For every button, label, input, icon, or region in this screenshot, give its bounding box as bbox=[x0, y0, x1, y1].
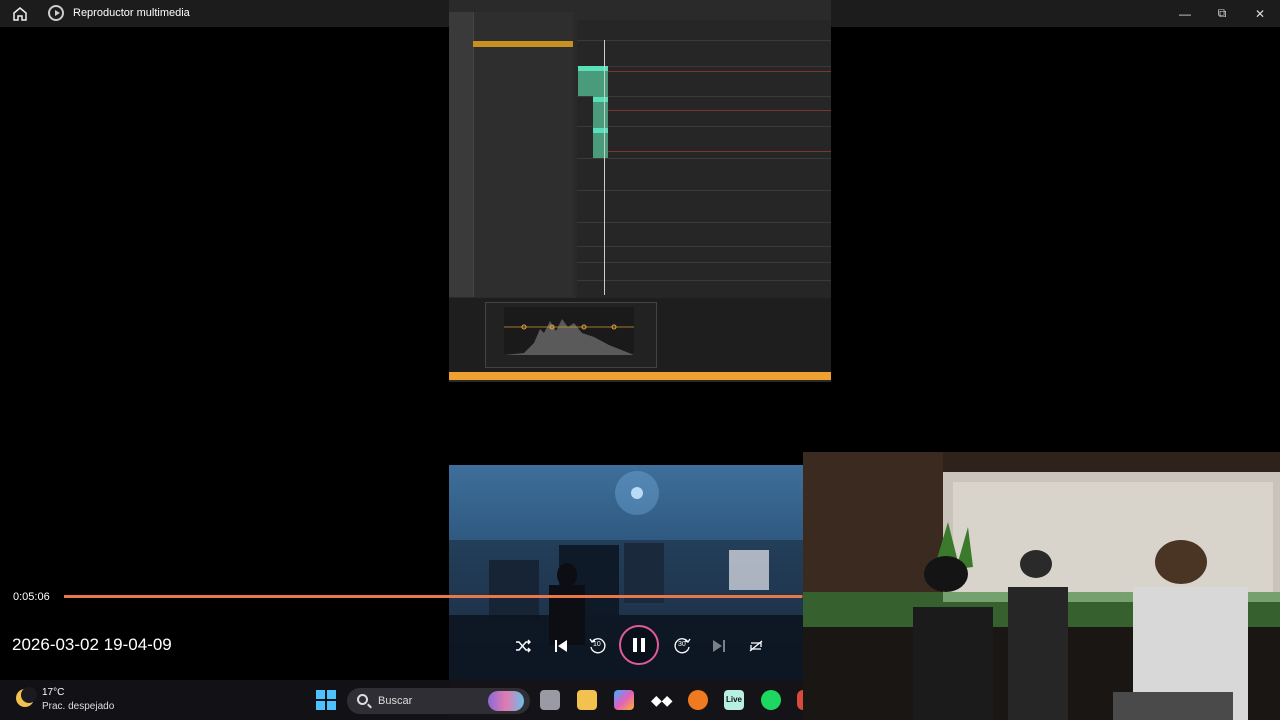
seek-bar-fill bbox=[64, 595, 802, 598]
previous-button[interactable] bbox=[550, 635, 572, 657]
daw-status-bar bbox=[449, 372, 831, 380]
close-icon: ✕ bbox=[1254, 6, 1266, 21]
weather-condition: Prac. despejado bbox=[42, 701, 115, 712]
ableton-live-icon[interactable]: Live bbox=[724, 690, 744, 710]
daw-arrangement-view bbox=[577, 20, 831, 298]
minimize-icon: — bbox=[1179, 6, 1191, 21]
windows-logo-icon bbox=[316, 690, 325, 699]
next-icon bbox=[713, 640, 725, 652]
weather-moon-icon[interactable] bbox=[16, 687, 37, 707]
window-title: Reproductor multimedia bbox=[73, 7, 190, 19]
task-view-icon[interactable] bbox=[540, 690, 560, 710]
maximize-button[interactable]: ⧉ bbox=[1203, 0, 1241, 27]
seek-bar[interactable] bbox=[64, 595, 804, 598]
chrome-icon[interactable] bbox=[797, 690, 803, 710]
minimize-button[interactable]: — bbox=[1166, 0, 1204, 27]
daw-clip bbox=[593, 96, 608, 158]
daw-selected-file bbox=[473, 41, 573, 47]
video-frame-daw bbox=[449, 0, 831, 382]
media-player-icon bbox=[48, 5, 64, 21]
shuffle-icon bbox=[516, 639, 531, 653]
pause-button[interactable] bbox=[619, 625, 659, 665]
file-name: 2026-03-02 19-04-09 bbox=[12, 635, 172, 654]
daw-browser-sidebar bbox=[449, 12, 473, 297]
forward-label: 30 bbox=[678, 641, 686, 648]
eq-spectrum bbox=[504, 307, 634, 355]
pause-icon bbox=[633, 638, 637, 652]
rewind-10-button[interactable]: 10 bbox=[586, 635, 608, 657]
close-button[interactable]: ✕ bbox=[1241, 0, 1279, 27]
webcam-feed bbox=[803, 452, 1280, 720]
weather-temperature: 17°C bbox=[42, 687, 65, 698]
spotify-icon[interactable] bbox=[761, 690, 781, 710]
previous-icon bbox=[555, 640, 567, 652]
daw-browser-list bbox=[473, 12, 573, 297]
repeat-button[interactable] bbox=[745, 635, 767, 657]
copilot-search-icon bbox=[488, 691, 524, 711]
maximize-icon: ⧉ bbox=[1217, 6, 1227, 20]
daw-playhead bbox=[604, 40, 605, 295]
home-icon[interactable] bbox=[11, 5, 29, 23]
copilot-app-icon[interactable] bbox=[614, 690, 634, 710]
file-explorer-icon[interactable] bbox=[577, 690, 597, 710]
start-button[interactable] bbox=[316, 690, 336, 710]
shuffle-button[interactable] bbox=[512, 635, 534, 657]
next-button[interactable] bbox=[708, 635, 730, 657]
taskbar-search[interactable]: Buscar bbox=[347, 688, 530, 714]
rewind-label: 10 bbox=[593, 641, 601, 648]
search-placeholder: Buscar bbox=[378, 695, 413, 707]
search-icon bbox=[357, 694, 368, 705]
tidal-icon[interactable]: ◆◆ bbox=[651, 690, 673, 710]
current-time: 0:05:06 bbox=[13, 591, 50, 603]
forward-30-button[interactable]: 30 bbox=[672, 635, 694, 657]
fl-studio-icon[interactable] bbox=[688, 690, 708, 710]
repeat-icon bbox=[749, 640, 763, 652]
